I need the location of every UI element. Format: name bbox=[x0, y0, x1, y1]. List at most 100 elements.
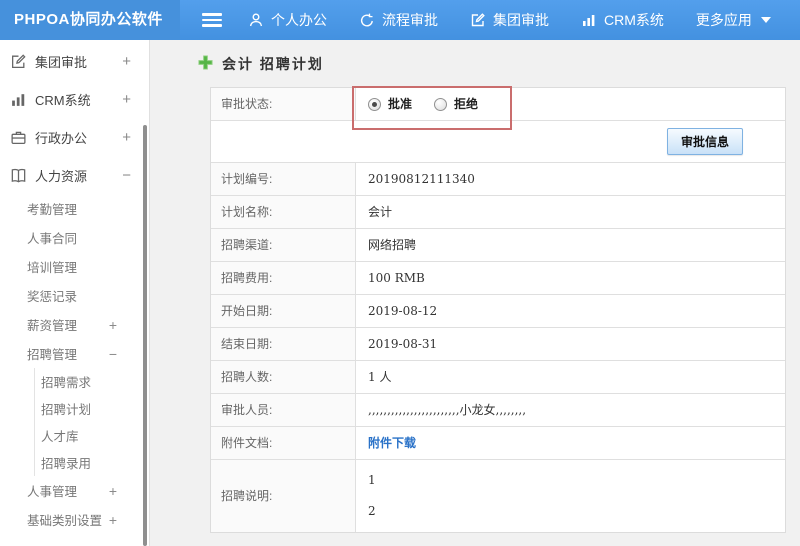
sidebar-item-crm[interactable]: CRM系统 + bbox=[0, 80, 149, 118]
nav-process-approval[interactable]: 流程审批 bbox=[359, 10, 438, 30]
radio-approve[interactable] bbox=[368, 97, 381, 111]
book-icon bbox=[10, 167, 27, 184]
nav-group-approval[interactable]: 集团审批 bbox=[470, 10, 549, 30]
field-value: 20190812111340 bbox=[368, 172, 475, 186]
form-row-button: 审批信息 bbox=[211, 121, 785, 163]
sidebar-scrollbar[interactable] bbox=[143, 125, 147, 546]
field-label: 开始日期: bbox=[211, 295, 356, 327]
sidebar-item-base-category[interactable]: 基础类别设置 + bbox=[0, 505, 149, 534]
sidebar-item-training[interactable]: 培训管理 bbox=[0, 252, 149, 281]
sidebar-item-recruit-hire[interactable]: 招聘录用 bbox=[35, 449, 149, 476]
description-line: 1 bbox=[368, 473, 376, 487]
field-label: 审批状态: bbox=[211, 88, 356, 120]
description-line: 2 bbox=[368, 504, 376, 518]
sidebar-item-label: 人力资源 bbox=[35, 168, 88, 184]
field-value: 网络招聘 bbox=[368, 238, 417, 252]
expand-icon[interactable]: + bbox=[109, 317, 117, 333]
sidebar-item-label: CRM系统 bbox=[35, 92, 91, 108]
attachment-download-link[interactable]: 附件下载 bbox=[368, 436, 416, 450]
field-label: 计划编号: bbox=[211, 163, 356, 195]
field-label: 招聘说明: bbox=[211, 460, 356, 532]
nav-label: 个人办公 bbox=[271, 12, 327, 28]
collapse-icon[interactable]: − bbox=[109, 346, 117, 362]
approval-options: 批准 拒绝 bbox=[356, 88, 785, 120]
form-row-end-date: 结束日期: 2019-08-31 bbox=[211, 328, 785, 361]
expand-icon[interactable]: + bbox=[109, 512, 117, 528]
field-label: 招聘人数: bbox=[211, 361, 356, 393]
nav-more-apps[interactable]: 更多应用 bbox=[696, 10, 771, 30]
field-value: 1 人 bbox=[368, 370, 392, 384]
page-header: 会计 招聘计划 bbox=[198, 54, 786, 74]
nav-label: 流程审批 bbox=[382, 12, 438, 28]
sidebar: 集团审批 + CRM系统 + 行政办公 + 人力资源 − 考勤管理 人事合同 培… bbox=[0, 40, 150, 546]
process-arrow-icon bbox=[359, 12, 375, 28]
page-title: 会计 招聘计划 bbox=[222, 56, 324, 72]
sidebar-item-group-approval[interactable]: 集团审批 + bbox=[0, 42, 149, 80]
field-label: 招聘费用: bbox=[211, 262, 356, 294]
top-navbar: PHPOA协同办公软件 个人办公 流程审批 集团审批 CRM系统 更多应用 bbox=[0, 0, 800, 40]
sidebar-item-recruit-mgmt[interactable]: 招聘管理 − bbox=[0, 339, 149, 368]
expand-icon[interactable]: + bbox=[109, 483, 117, 499]
form-row-start-date: 开始日期: 2019-08-12 bbox=[211, 295, 785, 328]
form-row-recruit-cost: 招聘费用: 100 RMB bbox=[211, 262, 785, 295]
field-value: 2019-08-31 bbox=[368, 337, 438, 351]
radio-approve-label[interactable]: 批准 bbox=[388, 97, 412, 111]
nav-label: CRM系统 bbox=[604, 12, 664, 28]
sidebar-item-talent-pool[interactable]: 人才库 bbox=[35, 422, 149, 449]
field-label: 招聘渠道: bbox=[211, 229, 356, 261]
expand-icon[interactable]: + bbox=[122, 53, 131, 70]
form-row-plan-name: 计划名称: 会计 bbox=[211, 196, 785, 229]
field-value: 附件下载 bbox=[356, 427, 785, 459]
approval-info-button[interactable]: 审批信息 bbox=[666, 128, 743, 155]
form-row-approval-status: 审批状态: 批准 拒绝 bbox=[211, 88, 785, 121]
menu-toggle-icon[interactable] bbox=[202, 13, 222, 27]
bar-chart-icon bbox=[10, 91, 27, 108]
nav-label: 更多应用 bbox=[695, 12, 752, 28]
sidebar-item-label: 集团审批 bbox=[35, 54, 88, 70]
sidebar-item-recruit-demand[interactable]: 招聘需求 bbox=[35, 368, 149, 395]
app-logo[interactable]: PHPOA协同办公软件 bbox=[0, 0, 180, 40]
person-icon bbox=[248, 12, 264, 28]
field-label: 结束日期: bbox=[211, 328, 356, 360]
edit-square-icon bbox=[10, 53, 27, 70]
main-nav: 个人办公 流程审批 集团审批 CRM系统 更多应用 bbox=[248, 10, 771, 30]
sidebar-item-hr-contract[interactable]: 人事合同 bbox=[0, 223, 149, 252]
field-label: 附件文档: bbox=[211, 427, 356, 459]
expand-icon[interactable]: + bbox=[122, 129, 131, 146]
sidebar-item-personnel[interactable]: 人事管理 + bbox=[0, 476, 149, 505]
field-label: 审批人员: bbox=[211, 394, 356, 426]
edit-square-icon bbox=[470, 12, 486, 28]
sidebar-item-documents[interactable]: 公文管理 + bbox=[0, 534, 149, 546]
field-value: 2019-08-12 bbox=[368, 304, 438, 318]
field-label: 计划名称: bbox=[211, 196, 356, 228]
field-value: ,,,,,,,,,,,,,,,,,,,,,,,,小龙女,,,,,,,, bbox=[368, 403, 527, 417]
caret-down-icon bbox=[760, 17, 771, 23]
sidebar-item-attendance[interactable]: 考勤管理 bbox=[0, 194, 149, 223]
sidebar-item-salary[interactable]: 薪资管理 + bbox=[0, 310, 149, 339]
nav-crm-system[interactable]: CRM系统 bbox=[581, 10, 664, 30]
add-plus-icon[interactable] bbox=[198, 55, 213, 73]
main-content: 会计 招聘计划 审批状态: 批准 拒绝 审批信息 计划编号: 201908121… bbox=[150, 40, 800, 546]
approval-form: 审批状态: 批准 拒绝 审批信息 计划编号: 20190812111340 计划… bbox=[210, 86, 786, 533]
sidebar-item-admin-office[interactable]: 行政办公 + bbox=[0, 118, 149, 156]
field-value: 会计 bbox=[368, 205, 393, 219]
radio-reject-label[interactable]: 拒绝 bbox=[454, 97, 478, 111]
sidebar-item-label: 行政办公 bbox=[35, 130, 88, 146]
app-window: PHPOA协同办公软件 个人办公 流程审批 集团审批 CRM系统 更多应用 集团… bbox=[0, 0, 800, 546]
form-row-description: 招聘说明: 1 2 bbox=[211, 460, 785, 532]
nav-personal-office[interactable]: 个人办公 bbox=[248, 10, 327, 30]
radio-reject[interactable] bbox=[434, 97, 448, 111]
form-row-attachment: 附件文档: 附件下载 bbox=[211, 427, 785, 460]
sidebar-item-hr[interactable]: 人力资源 − bbox=[0, 156, 149, 194]
sidebar-item-recruit-plan[interactable]: 招聘计划 bbox=[35, 395, 149, 422]
collapse-icon[interactable]: − bbox=[122, 167, 131, 184]
form-row-approvers: 审批人员: ,,,,,,,,,,,,,,,,,,,,,,,,小龙女,,,,,,,… bbox=[211, 394, 785, 427]
recruit-submenu: 招聘需求 招聘计划 人才库 招聘录用 bbox=[34, 368, 149, 476]
expand-icon[interactable]: + bbox=[122, 91, 131, 108]
form-row-recruit-channel: 招聘渠道: 网络招聘 bbox=[211, 229, 785, 262]
form-row-headcount: 招聘人数: 1 人 bbox=[211, 361, 785, 394]
bar-chart-icon bbox=[581, 12, 597, 28]
sidebar-item-rewards[interactable]: 奖惩记录 bbox=[0, 281, 149, 310]
field-value: 1 2 bbox=[356, 460, 785, 532]
field-value: 100 RMB bbox=[368, 271, 425, 285]
